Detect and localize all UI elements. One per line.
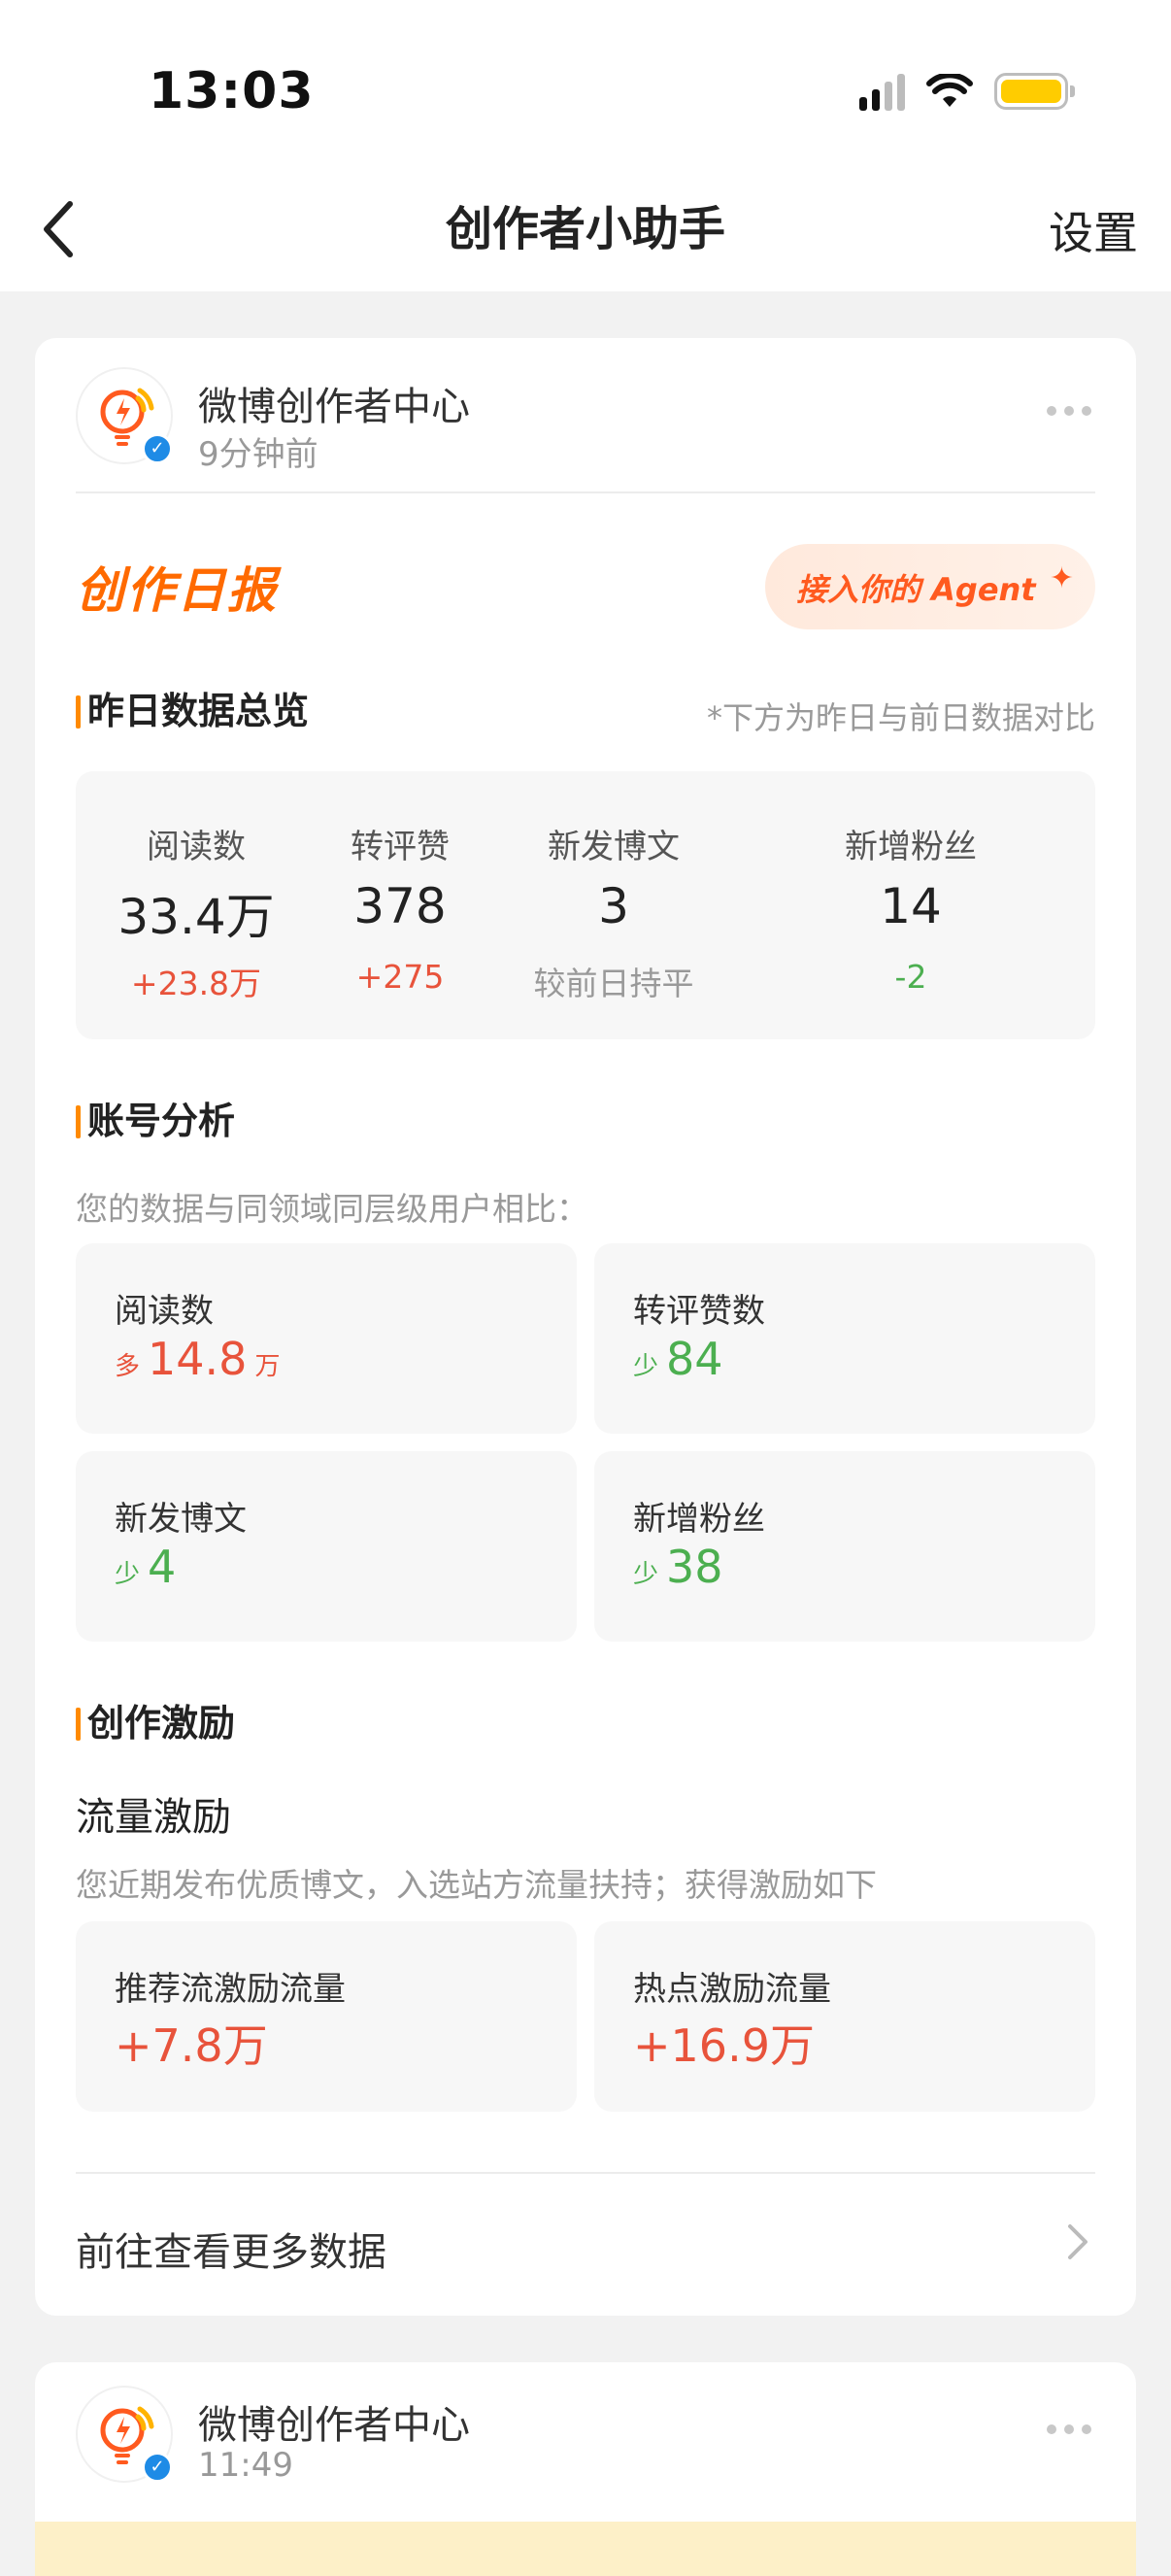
view-more-data-label: 前往查看更多数据 — [76, 2230, 386, 2275]
stat-delta: +23.8万 — [130, 965, 262, 1002]
sparkle-icon: ✦ — [1049, 561, 1074, 595]
tile-value: 少 38 — [633, 1541, 723, 1593]
tile-value: +7.8万 — [115, 2011, 268, 2075]
analysis-tile-new-followers[interactable]: 新增粉丝 少 38 — [594, 1451, 1095, 1642]
tile-label: 转评赞数 — [633, 1292, 765, 1331]
more-options-icon[interactable] — [1047, 2424, 1091, 2434]
incentive-section-title: 创作激励 — [76, 1700, 235, 1746]
stat-delta: 较前日持平 — [533, 965, 694, 1002]
stat-new-posts[interactable]: 新发博文 3 较前日持平 — [484, 771, 744, 1039]
tile-label: 新增粉丝 — [633, 1500, 765, 1539]
tile-number: 14.8 — [148, 1333, 248, 1385]
avatar[interactable]: ✓ — [76, 2386, 173, 2483]
incentive-tile-recommend[interactable]: 推荐流激励流量 +7.8万 — [76, 1921, 577, 2112]
stat-label: 转评赞 — [351, 828, 450, 866]
stat-delta: -2 — [894, 958, 927, 996]
stat-value: 14 — [880, 878, 942, 934]
tile-prefix: 少 — [633, 1352, 659, 1381]
stat-interactions[interactable]: 转评赞 378 +275 — [317, 771, 484, 1039]
tile-label: 热点激励流量 — [633, 1970, 831, 2009]
wifi-icon — [926, 74, 973, 107]
verified-badge-icon: ✓ — [142, 2452, 173, 2483]
stat-value: 378 — [353, 878, 447, 934]
tile-label: 阅读数 — [115, 1292, 214, 1331]
avatar[interactable]: ✓ — [76, 367, 173, 464]
tile-number: +16.9万 — [633, 2019, 815, 2072]
battery-icon — [994, 73, 1075, 110]
tile-prefix: 少 — [633, 1560, 659, 1589]
stat-value: 33.4万 — [117, 889, 275, 945]
stat-label: 新发博文 — [548, 828, 680, 866]
incentive-tile-trending[interactable]: 热点激励流量 +16.9万 — [594, 1921, 1095, 2112]
analysis-tile-interactions[interactable]: 转评赞数 少 84 — [594, 1243, 1095, 1434]
post-header: ✓ 微博创作者中心 9分钟前 — [76, 367, 1095, 476]
divider — [76, 491, 1095, 493]
chevron-right-icon — [1068, 2224, 1087, 2259]
tile-unit: 万 — [254, 1352, 281, 1381]
stat-label: 新增粉丝 — [845, 828, 977, 866]
tile-value: +16.9万 — [633, 2011, 815, 2075]
post-header: ✓ 微博创作者中心 11:49 — [76, 2386, 1095, 2494]
verified-badge-icon: ✓ — [142, 433, 173, 464]
page-title: 创作者小助手 — [445, 202, 725, 256]
view-more-data-link[interactable]: 前往查看更多数据 — [76, 2174, 1095, 2310]
tile-prefix: 多 — [115, 1352, 141, 1381]
analysis-section-title: 账号分析 — [76, 1098, 235, 1144]
analysis-tile-new-posts[interactable]: 新发博文 少 4 — [76, 1451, 577, 1642]
chevron-left-icon — [44, 201, 73, 257]
status-bar: 13:03 — [0, 0, 1171, 175]
tile-prefix: 少 — [115, 1560, 141, 1589]
daily-report-card: ✓ 微博创作者中心 9分钟前 创作日报 接入你的 Agent ✦ 昨日数据总览 … — [35, 338, 1136, 2316]
tile-number: 84 — [666, 1333, 723, 1385]
account-name[interactable]: 微博创作者中心 — [198, 375, 470, 431]
analysis-note: 您的数据与同领域同层级用户相比： — [76, 1190, 588, 1228]
tile-label: 新发博文 — [115, 1500, 247, 1539]
tile-number: +7.8万 — [115, 2019, 268, 2072]
tile-value: 少 84 — [633, 1333, 723, 1385]
more-options-icon[interactable] — [1047, 406, 1091, 416]
connect-agent-button[interactable]: 接入你的 Agent ✦ — [765, 544, 1095, 629]
connect-agent-label: 接入你的 Agent — [796, 571, 1036, 608]
post-banner[interactable] — [35, 2522, 1136, 2576]
status-icons — [859, 72, 1075, 111]
incentive-subtitle: 流量激励 — [76, 1795, 231, 1840]
post-time: 9分钟前 — [198, 435, 318, 474]
report-title: 创作日报 — [76, 562, 278, 619]
tile-label: 推荐流激励流量 — [115, 1970, 346, 2009]
analysis-tile-reads[interactable]: 阅读数 多 14.8 万 — [76, 1243, 577, 1434]
post-card-2: ✓ 微博创作者中心 11:49 — [35, 2362, 1136, 2576]
stat-label: 阅读数 — [147, 828, 246, 866]
overview-note: *下方为昨日与前日数据对比 — [706, 699, 1095, 736]
tile-value: 多 14.8 万 — [115, 1333, 280, 1385]
overview-stats: 阅读数 33.4万 +23.8万 转评赞 378 +275 新发博文 3 较前日… — [76, 771, 1095, 1039]
stat-value: 3 — [598, 878, 629, 934]
settings-button[interactable]: 设置 — [1049, 194, 1138, 272]
overview-section-title: 昨日数据总览 — [76, 688, 309, 734]
post-time: 11:49 — [198, 2446, 293, 2485]
status-time: 13:03 — [149, 62, 315, 120]
tile-number: 4 — [148, 1541, 177, 1593]
stat-new-followers[interactable]: 新增粉丝 14 -2 — [744, 771, 1078, 1039]
account-name[interactable]: 微博创作者中心 — [198, 2393, 470, 2450]
cellular-signal-icon — [859, 72, 905, 111]
back-button[interactable] — [29, 190, 87, 268]
stat-delta: +275 — [355, 958, 445, 996]
tile-value: 少 4 — [115, 1541, 176, 1593]
tile-number: 38 — [666, 1541, 723, 1593]
incentive-description: 您近期发布优质博文，入选站方流量扶持；获得激励如下 — [76, 1866, 877, 1904]
stat-reads[interactable]: 阅读数 33.4万 +23.8万 — [76, 771, 317, 1039]
